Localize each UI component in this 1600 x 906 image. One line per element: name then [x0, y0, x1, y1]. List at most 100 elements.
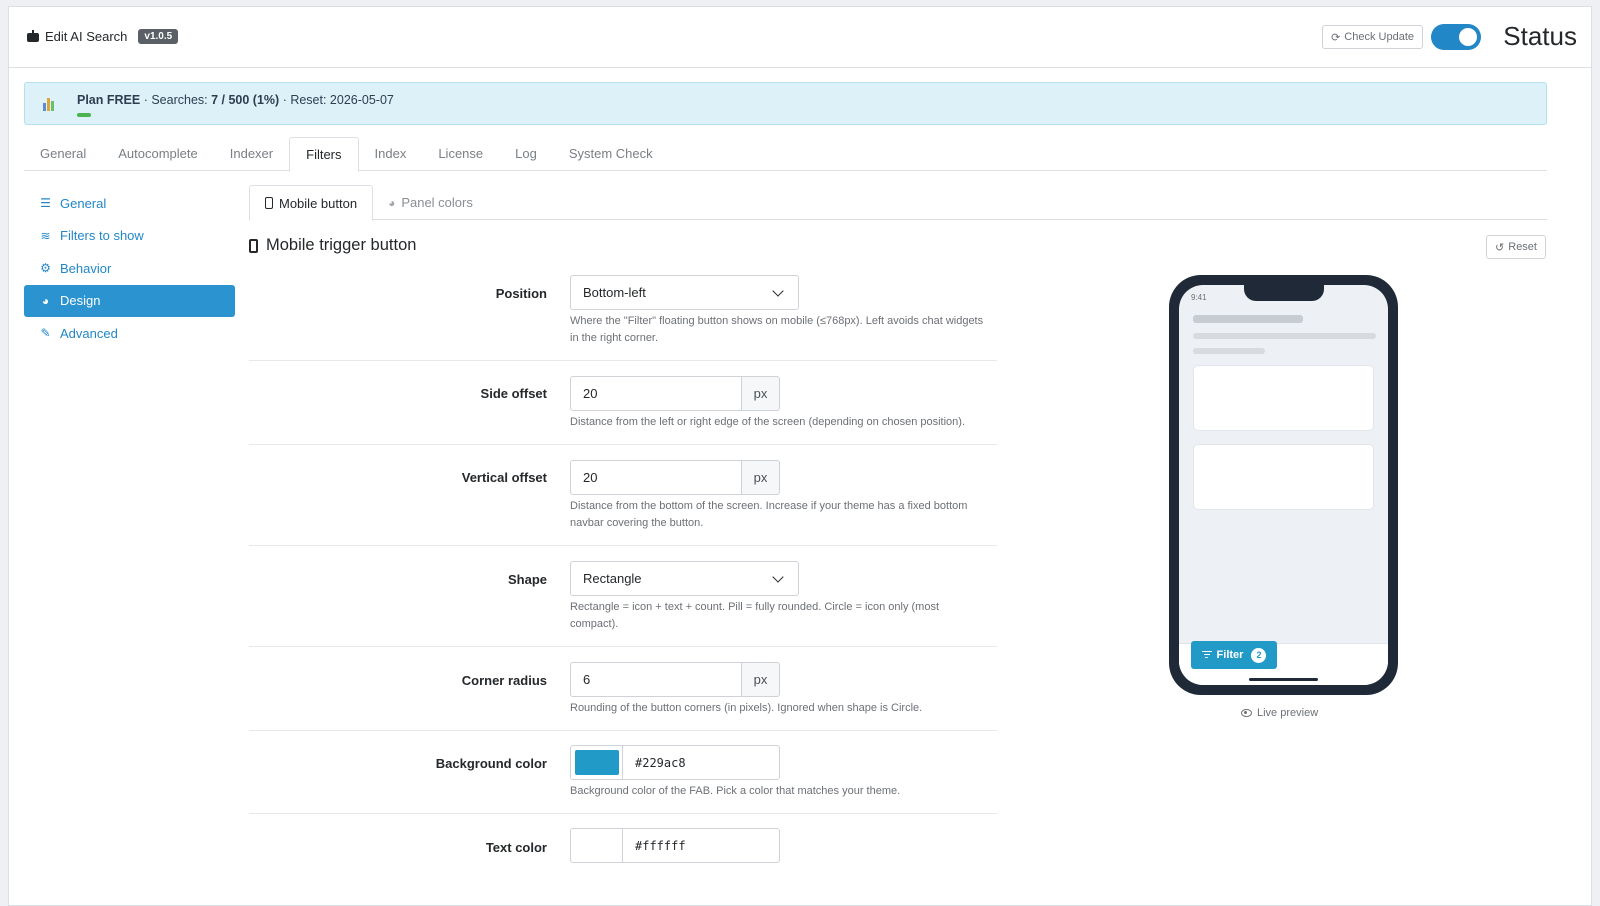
side-offset-input[interactable]: 20 — [570, 376, 742, 411]
tab-filters[interactable]: Filters — [289, 137, 359, 172]
sidebar-item-label: General — [60, 195, 107, 211]
skeleton-line — [1193, 333, 1376, 339]
eye-icon — [1241, 709, 1252, 717]
sidebar-item-general[interactable]: ☰ General — [24, 187, 235, 219]
filters-sidebar: ☰ General ≋ Filters to show ⚙ Behavior ◕… — [24, 187, 235, 350]
form-row-shape: Shape Rectangle Rectangle = icon + text … — [249, 546, 997, 647]
form-row-position: Position Bottom-left Where the "Filter" … — [249, 275, 997, 361]
status-toggle[interactable] — [1431, 24, 1481, 50]
skeleton-line — [1193, 315, 1303, 323]
subtab-panel-colors[interactable]: ◕ Panel colors — [373, 185, 488, 220]
background-color-help: Background color of the FAB. Pick a colo… — [570, 785, 901, 797]
tab-general[interactable]: General — [24, 137, 102, 171]
tab-indexer[interactable]: Indexer — [214, 137, 289, 171]
reset-label: Reset — [1508, 241, 1537, 253]
mobile-icon — [249, 238, 258, 253]
main-tabs: General Autocomplete Indexer Filters Ind… — [24, 137, 1547, 172]
robot-icon — [25, 29, 41, 44]
bar-chart-icon — [43, 97, 57, 111]
mobile-button-form: Position Bottom-left Where the "Filter" … — [249, 275, 997, 884]
sidebar-item-label: Design — [60, 293, 101, 308]
shape-help: Rectangle = icon + text + count. Pill = … — [570, 601, 939, 630]
shape-value: Rectangle — [583, 571, 642, 586]
fab-count-badge: 2 — [1251, 647, 1267, 663]
position-help: Where the "Filter" floating button shows… — [570, 315, 984, 344]
skeleton-card — [1193, 444, 1374, 510]
home-indicator — [1249, 678, 1318, 681]
corner-radius-input[interactable]: 6 — [570, 662, 742, 697]
text-color-picker[interactable] — [571, 829, 623, 862]
form-row-corner-radius: Corner radius 6 px Rounding of the butto… — [249, 647, 997, 731]
tab-license[interactable]: License — [422, 137, 499, 171]
reset-date: · Reset: 2026-05-07 — [282, 93, 394, 107]
background-color-swatch — [574, 750, 619, 775]
check-update-label: Check Update — [1344, 31, 1414, 43]
filter-fab-preview: Filter 2 — [1191, 641, 1277, 669]
live-preview-label: Live preview — [1257, 707, 1319, 719]
status-label: Status — [1503, 21, 1577, 51]
corner-radius-unit: px — [742, 662, 780, 697]
page-frame: Edit AI Search v1.0.5 ⟳ Check Update Sta… — [8, 6, 1592, 906]
vertical-offset-input[interactable]: 20 — [570, 460, 742, 495]
section-title: Mobile trigger button — [249, 236, 416, 255]
refresh-icon: ⟳ — [1331, 31, 1341, 44]
sidebar-item-label: Filters to show — [60, 228, 144, 243]
tab-system-check[interactable]: System Check — [553, 137, 669, 171]
undo-icon: ↺ — [1495, 241, 1505, 254]
filter-icon — [1201, 651, 1212, 659]
shape-label: Shape — [507, 572, 547, 587]
usage-bar — [77, 113, 91, 117]
sidebar-item-label: Advanced — [60, 325, 118, 341]
text-color-label: Text color — [485, 840, 547, 855]
phone-screen: 9:41 Filter 2 — [1179, 285, 1388, 685]
page-header: Edit AI Search v1.0.5 ⟳ Check Update Sta… — [9, 7, 1591, 68]
palette-icon: ◕ — [388, 195, 396, 210]
live-preview-caption: Live preview — [1241, 707, 1318, 719]
phone-notch — [1244, 285, 1324, 301]
tab-log[interactable]: Log — [499, 137, 553, 171]
vertical-offset-label: Vertical offset — [461, 470, 547, 485]
side-offset-help: Distance from the left or right edge of … — [570, 416, 966, 428]
shape-select[interactable]: Rectangle — [570, 561, 799, 596]
form-row-background-color: Background color #229ac8 Background colo… — [249, 731, 997, 814]
mobile-icon — [265, 197, 273, 209]
form-row-vertical-offset: Vertical offset 20 px Distance from the … — [249, 445, 997, 546]
phone-time: 9:41 — [1191, 293, 1207, 302]
check-update-button[interactable]: ⟳ Check Update — [1322, 25, 1423, 49]
chevron-down-icon — [772, 285, 784, 297]
sidebar-item-design[interactable]: ◕ Design — [24, 284, 235, 317]
wrench-icon: ✎ — [40, 326, 51, 340]
subtab-mobile-button[interactable]: Mobile button — [249, 185, 374, 221]
corner-radius-label: Corner radius — [461, 673, 547, 688]
phone-preview: 9:41 Filter 2 — [1169, 275, 1398, 695]
tab-index[interactable]: Index — [359, 137, 423, 171]
position-select[interactable]: Bottom-left — [570, 275, 799, 310]
position-label: Position — [495, 286, 547, 301]
palette-icon: ◕ — [41, 293, 50, 308]
sidebar-item-filters-to-show[interactable]: ≋ Filters to show — [24, 220, 235, 252]
fab-label: Filter — [1216, 649, 1244, 661]
page-title: Edit AI Search v1.0.5 — [25, 29, 179, 44]
plan-info: Plan FREE · Searches: 7 / 500 (1%) · Res… — [77, 93, 394, 107]
side-offset-label: Side offset — [480, 386, 547, 401]
sidebar-item-behavior[interactable]: ⚙ Behavior — [24, 252, 235, 284]
side-offset-unit: px — [742, 376, 780, 411]
form-row-side-offset: Side offset 20 px Distance from the left… — [249, 361, 997, 445]
tab-autocomplete[interactable]: Autocomplete — [102, 137, 214, 171]
subtab-label: Mobile button — [279, 195, 358, 211]
text-color-swatch — [574, 833, 619, 858]
gear-icon: ⚙ — [40, 261, 51, 275]
background-color-input[interactable]: #229ac8 — [623, 746, 686, 779]
reset-button[interactable]: ↺ Reset — [1486, 235, 1546, 259]
text-color-input[interactable]: #ffffff — [623, 829, 686, 862]
background-color-picker[interactable] — [571, 746, 623, 779]
chevron-down-icon — [772, 571, 784, 583]
position-value: Bottom-left — [583, 285, 646, 300]
searches-value: 7 / 500 (1%) — [211, 93, 280, 107]
sidebar-item-label: Behavior — [60, 260, 112, 276]
subtab-label: Panel colors — [401, 195, 473, 210]
sidebar-item-advanced[interactable]: ✎ Advanced — [24, 317, 235, 349]
plan-name: Plan FREE — [77, 93, 141, 107]
form-row-text-color: Text color #ffffff — [249, 814, 997, 884]
corner-radius-help: Rounding of the button corners (in pixel… — [570, 702, 923, 714]
